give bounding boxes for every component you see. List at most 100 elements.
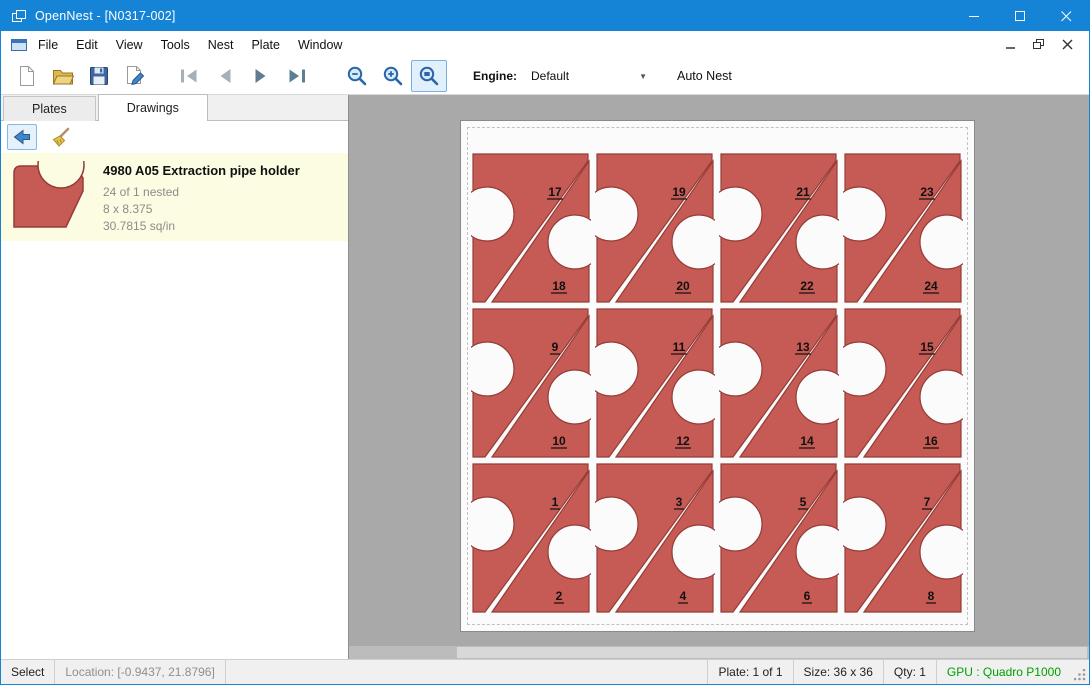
zoom-out-button[interactable] — [339, 60, 375, 92]
save-edit-button[interactable] — [117, 60, 153, 92]
nest-tile[interactable]: 2122 — [719, 152, 839, 304]
previous-plate-button[interactable] — [207, 60, 243, 92]
clear-button[interactable] — [45, 124, 75, 150]
nest-tile[interactable]: 1516 — [843, 307, 963, 459]
mdi-close-button[interactable] — [1055, 35, 1079, 55]
drawing-list-item[interactable]: 4980 A05 Extraction pipe holder 24 of 1 … — [1, 153, 348, 241]
nest-tile[interactable]: 23 24 — [843, 152, 963, 304]
part-number: 11 — [673, 340, 686, 354]
resize-grip[interactable] — [1071, 660, 1089, 684]
minimize-icon — [969, 11, 980, 22]
sidebar: Plates Drawings 4980 — [1, 95, 349, 659]
zoom-out-icon — [345, 64, 369, 88]
engine-value: Default — [531, 69, 569, 83]
plate[interactable]: 171819202122232491011121314151612345678 — [460, 120, 975, 632]
maximize-icon — [1015, 11, 1026, 22]
menu-item-window[interactable]: Window — [289, 33, 351, 57]
open-button[interactable] — [45, 60, 81, 92]
first-plate-button[interactable] — [171, 60, 207, 92]
status-location: Location: [-0.9437, 21.8796] — [55, 660, 224, 684]
menu-item-edit[interactable]: Edit — [67, 33, 107, 57]
tabstrip: Plates Drawings — [1, 95, 348, 121]
zoom-fit-button[interactable] — [411, 60, 447, 92]
drawing-area: 30.7815 sq/in — [103, 218, 300, 235]
save-icon — [87, 64, 111, 88]
menu-item-nest[interactable]: Nest — [199, 33, 243, 57]
statusbar: Select Location: [-0.9437, 21.8796] Plat… — [1, 659, 1089, 684]
window-title: OpenNest - [N0317-002] — [35, 9, 951, 23]
part-number: 4 — [680, 589, 687, 603]
nest-tile[interactable]: 13 14 — [719, 307, 839, 459]
last-plate-button[interactable] — [279, 60, 315, 92]
auto-nest-button[interactable]: Auto Nest — [677, 69, 732, 83]
part-thumbnail — [9, 161, 89, 233]
part-number: 13 — [796, 340, 810, 354]
status-gpu: GPU : Quadro P1000 — [937, 660, 1071, 684]
part-number: 20 — [676, 279, 690, 293]
main-toolbar: Engine: Default ▼ Auto Nest — [1, 58, 1089, 95]
resize-grip-icon — [1074, 669, 1086, 681]
part-number: 9 — [552, 340, 559, 354]
menu-item-file[interactable]: File — [29, 33, 67, 57]
nest-tile[interactable]: 56 — [719, 462, 839, 614]
horizontal-scrollbar[interactable] — [349, 646, 1089, 659]
open-folder-icon — [51, 64, 75, 88]
part-number: 16 — [924, 434, 938, 448]
mdi-restore-button[interactable] — [1027, 35, 1051, 55]
maximize-button[interactable] — [997, 1, 1043, 31]
nest-tile[interactable]: 11 12 — [595, 307, 715, 459]
engine-label: Engine: — [473, 69, 517, 83]
zoom-in-icon — [381, 64, 405, 88]
part-number: 17 — [548, 185, 562, 199]
menu-item-tools[interactable]: Tools — [152, 33, 199, 57]
part-number: 2 — [556, 589, 563, 603]
part-number: 14 — [800, 434, 814, 448]
part-number: 12 — [676, 434, 690, 448]
part-number: 23 — [920, 185, 934, 199]
engine-select[interactable]: Default ▼ — [525, 64, 653, 88]
nest-tile[interactable]: 1718 — [471, 152, 591, 304]
tab-drawings[interactable]: Drawings — [98, 94, 208, 121]
last-plate-icon — [285, 64, 309, 88]
previous-plate-icon — [213, 64, 237, 88]
app-window: OpenNest - [N0317-002] FileEditViewTools… — [0, 0, 1090, 685]
part-number: 22 — [800, 279, 814, 293]
mdi-minimize-button[interactable] — [999, 35, 1023, 55]
menu-item-view[interactable]: View — [107, 33, 152, 57]
part-number: 8 — [928, 589, 935, 603]
tab-plates[interactable]: Plates — [3, 96, 96, 121]
close-icon — [1061, 11, 1072, 22]
nest-tile[interactable]: 12 — [471, 462, 591, 614]
minimize-button[interactable] — [951, 1, 997, 31]
drawing-size: 8 x 8.375 — [103, 201, 300, 218]
new-file-icon — [15, 64, 39, 88]
close-button[interactable] — [1043, 1, 1089, 31]
scrollbar-thumb[interactable] — [457, 647, 1087, 658]
nest-canvas[interactable]: 171819202122232491011121314151612345678 — [349, 95, 1089, 659]
part-number: 6 — [804, 589, 811, 603]
mdi-restore-icon — [1033, 39, 1045, 50]
nest-tile[interactable]: 1920 — [595, 152, 715, 304]
zoom-in-button[interactable] — [375, 60, 411, 92]
nest-tile[interactable]: 34 — [595, 462, 715, 614]
mdi-window-controls — [999, 35, 1083, 55]
nest-tile[interactable]: 9 10 — [471, 307, 591, 459]
part-number: 1 — [552, 495, 559, 509]
move-back-button[interactable] — [7, 124, 37, 150]
new-button[interactable] — [9, 60, 45, 92]
drawings-toolbar — [1, 121, 348, 153]
next-plate-button[interactable] — [243, 60, 279, 92]
menu-item-plate[interactable]: Plate — [242, 33, 289, 57]
mdi-close-icon — [1062, 39, 1073, 50]
part-number: 24 — [924, 279, 938, 293]
part-number: 10 — [552, 434, 566, 448]
nest-tile[interactable]: 78 — [843, 462, 963, 614]
part-number: 5 — [800, 495, 807, 509]
move-back-icon — [12, 128, 32, 146]
part-number: 7 — [924, 495, 931, 509]
status-plate: Plate: 1 of 1 — [708, 660, 792, 684]
save-button[interactable] — [81, 60, 117, 92]
first-plate-icon — [177, 64, 201, 88]
next-plate-icon — [249, 64, 273, 88]
mdi-minimize-icon — [1005, 39, 1017, 50]
